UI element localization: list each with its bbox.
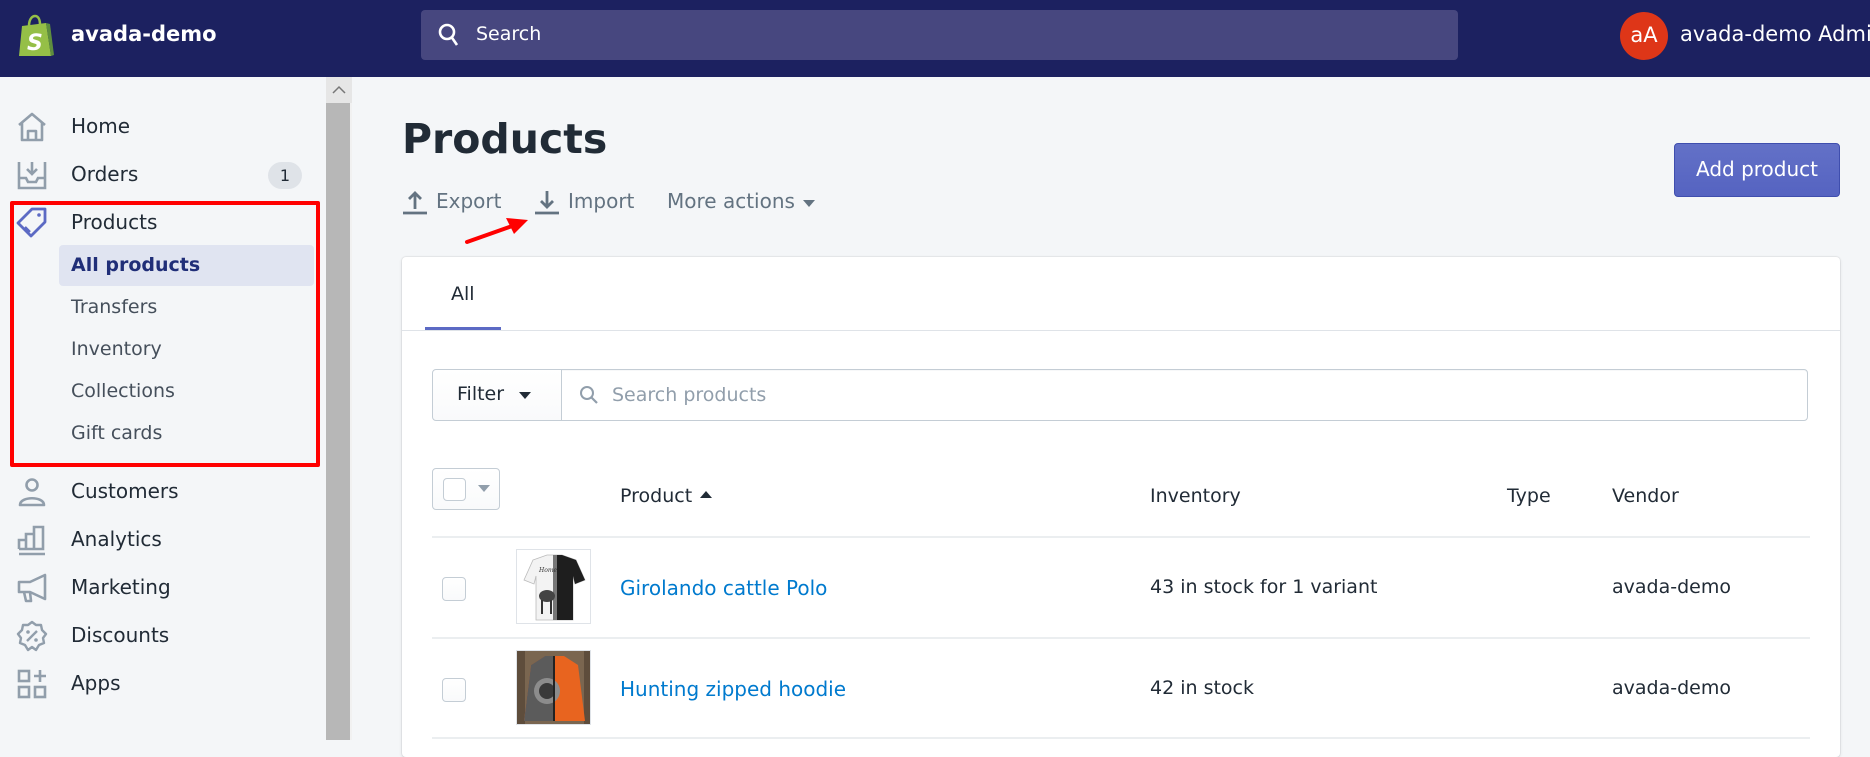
- sidebar-subitem-inventory[interactable]: Inventory: [59, 329, 314, 370]
- sidebar-subitem-all-products[interactable]: All products: [59, 245, 314, 286]
- sidebar-item-label: Analytics: [71, 527, 162, 551]
- discount-icon: [16, 620, 48, 652]
- filter-label: Filter: [457, 383, 505, 405]
- sidebar-subitem-gift-cards[interactable]: Gift cards: [59, 413, 314, 454]
- row-checkbox[interactable]: [442, 577, 466, 601]
- sidebar-scrollbar[interactable]: [326, 77, 352, 740]
- search-products-field[interactable]: [561, 369, 1808, 421]
- sidebar-subitem-label: Inventory: [71, 338, 162, 360]
- polo-shirt-thumbnail[interactable]: Home: [516, 549, 591, 624]
- sidebar-item-marketing[interactable]: Marketing: [0, 567, 320, 607]
- search-icon: [438, 23, 459, 46]
- global-search-placeholder: Search: [476, 23, 542, 45]
- product-link[interactable]: Girolando cattle Polo: [620, 576, 827, 600]
- sidebar-item-discounts[interactable]: Discounts: [0, 615, 320, 655]
- sidebar-subitem-label: All products: [71, 254, 201, 276]
- tab-divider: [402, 330, 1840, 331]
- products-card: All Filter Product Inventory Type Vendor: [402, 257, 1840, 757]
- sidebar-subitem-collections[interactable]: Collections: [59, 371, 314, 412]
- tab-all[interactable]: All: [425, 257, 501, 331]
- sidebar-item-analytics[interactable]: Analytics: [0, 519, 320, 559]
- svg-text:Home: Home: [538, 567, 558, 574]
- import-label: Import: [568, 189, 635, 213]
- column-header-vendor[interactable]: Vendor: [1612, 485, 1679, 507]
- hoodie-image: [517, 651, 590, 724]
- sidebar-item-label: Products: [71, 210, 158, 234]
- global-search-bar[interactable]: Search: [421, 10, 1458, 60]
- sidebar-item-label: Customers: [71, 479, 179, 503]
- shopify-logo-icon[interactable]: S: [16, 14, 56, 58]
- sidebar-item-customers[interactable]: Customers: [0, 471, 320, 511]
- sidebar-item-label: Discounts: [71, 623, 170, 647]
- add-product-button[interactable]: Add product: [1674, 143, 1840, 197]
- sidebar-subitem-label: Transfers: [71, 296, 158, 318]
- column-header-type[interactable]: Type: [1507, 485, 1551, 507]
- sidebar-subitem-label: Collections: [71, 380, 175, 402]
- chevron-up-icon: [332, 85, 346, 94]
- caret-down-icon: [519, 392, 531, 399]
- orders-icon: [17, 162, 47, 190]
- vendor-value: avada-demo: [1612, 576, 1731, 598]
- bulk-select-checkbox[interactable]: [432, 468, 500, 510]
- export-label: Export: [436, 189, 502, 213]
- row-checkbox[interactable]: [442, 678, 466, 702]
- column-header-product[interactable]: Product: [620, 485, 713, 507]
- export-icon: [403, 191, 427, 215]
- sidebar-item-label: Home: [71, 114, 131, 138]
- sidebar-subitem-transfers[interactable]: Transfers: [59, 287, 314, 328]
- column-header-inventory[interactable]: Inventory: [1150, 485, 1241, 507]
- sidebar-item-label: Marketing: [71, 575, 171, 599]
- user-name[interactable]: avada-demo Admin: [1680, 22, 1870, 46]
- caret-down-icon: [803, 200, 815, 207]
- sidebar-item-label: Apps: [71, 671, 121, 695]
- sidebar-item-products[interactable]: Products: [0, 202, 320, 242]
- hoodie-thumbnail[interactable]: [516, 650, 591, 725]
- filter-button[interactable]: Filter: [432, 369, 562, 421]
- table-row[interactable]: Home Girolando cattle Polo 43 in stock f…: [402, 538, 1840, 638]
- tab-label: All: [451, 283, 475, 305]
- megaphone-icon: [17, 573, 47, 603]
- sidebar-item-label: Orders: [71, 162, 139, 186]
- select-all-checkbox[interactable]: [443, 478, 466, 501]
- avatar[interactable]: aA: [1620, 12, 1668, 60]
- inventory-value: 42 in stock: [1150, 677, 1254, 699]
- apps-icon: [17, 669, 47, 699]
- more-actions-label: More actions: [667, 189, 795, 213]
- sidebar-item-home[interactable]: Home: [0, 106, 320, 146]
- scroll-up-button[interactable]: [326, 77, 352, 103]
- search-icon: [580, 386, 598, 404]
- export-button[interactable]: Export: [402, 188, 502, 218]
- store-name[interactable]: avada-demo: [71, 22, 217, 46]
- caret-down-icon: [478, 485, 490, 492]
- vendor-value: avada-demo: [1612, 677, 1731, 699]
- column-header-label: Product: [620, 485, 693, 507]
- sidebar-item-orders[interactable]: Orders 1: [0, 154, 320, 194]
- analytics-icon: [17, 525, 45, 556]
- sort-ascending-icon: [700, 491, 713, 498]
- tag-icon: [16, 207, 47, 238]
- import-button[interactable]: Import: [534, 188, 644, 218]
- row-divider: [432, 737, 1810, 739]
- sidebar: Home Orders 1 Products All products Tran…: [0, 77, 326, 740]
- svg-text:S: S: [27, 31, 43, 56]
- customer-icon: [18, 478, 46, 507]
- sidebar-item-apps[interactable]: Apps: [0, 663, 320, 703]
- inventory-value: 43 in stock for 1 variant: [1150, 576, 1378, 598]
- import-icon: [535, 191, 559, 215]
- top-bar: S avada-demo Search aA avada-demo Admin: [0, 0, 1870, 77]
- product-link[interactable]: Hunting zipped hoodie: [620, 677, 846, 701]
- page-title: Products: [402, 115, 608, 163]
- sidebar-subitem-label: Gift cards: [71, 422, 163, 444]
- search-products-input[interactable]: [612, 380, 1762, 410]
- scrollbar-thumb[interactable]: [326, 103, 350, 740]
- orders-count-badge: 1: [268, 162, 302, 189]
- home-icon: [18, 112, 46, 142]
- table-row[interactable]: Hunting zipped hoodie 42 in stock avada-…: [402, 639, 1840, 739]
- more-actions-button[interactable]: More actions: [667, 188, 837, 218]
- polo-shirt-image: Home: [517, 550, 590, 623]
